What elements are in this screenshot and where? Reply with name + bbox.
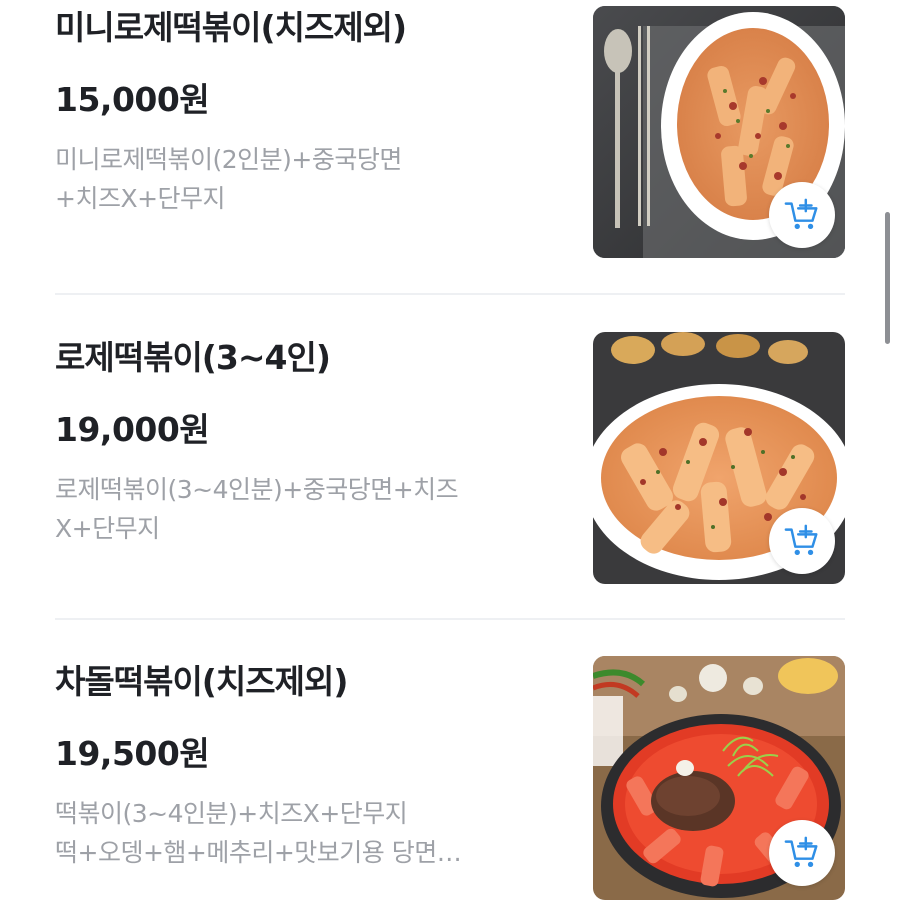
- menu-item-image[interactable]: [593, 6, 845, 258]
- menu-item-description-line: 떡+오뎅+햄+메추리+맛보기용 당면…: [55, 838, 462, 867]
- menu-item-image[interactable]: [593, 332, 845, 584]
- menu-item-price: 19,000원: [55, 410, 210, 449]
- add-to-cart-icon: [784, 836, 818, 868]
- menu-item[interactable]: 차돌떡볶이(치즈제외) 19,500원 떡볶이(3~4인분)+치즈X+단무지 떡…: [55, 656, 845, 900]
- add-to-cart-icon: [784, 524, 818, 556]
- menu-item-description-line: 로제떡볶이(3~4인분)+중국당면+치즈: [55, 475, 459, 504]
- menu-item-name: 로제떡볶이(3~4인): [55, 338, 331, 377]
- menu-item-description-line: 떡볶이(3~4인분)+치즈X+단무지: [55, 799, 408, 828]
- add-to-cart-button[interactable]: [769, 508, 835, 574]
- menu-item-description: 떡볶이(3~4인분)+치즈X+단무지 떡+오뎅+햄+메추리+맛보기용 당면…: [55, 794, 535, 872]
- menu-item-description: 미니로제떡볶이(2인분)+중국당면 +치즈X+단무지: [55, 140, 535, 218]
- scrollbar-thumb[interactable]: [885, 212, 890, 344]
- menu-item-name: 미니로제떡볶이(치즈제외): [55, 8, 407, 47]
- menu-item[interactable]: 로제떡볶이(3~4인) 19,000원 로제떡볶이(3~4인분)+중국당면+치즈…: [55, 332, 845, 593]
- menu-item-price: 19,500원: [55, 734, 210, 773]
- add-to-cart-button[interactable]: [769, 182, 835, 248]
- divider: [55, 293, 845, 295]
- menu-item-name: 차돌떡볶이(치즈제외): [55, 662, 348, 701]
- menu-item-description-line: 미니로제떡볶이(2인분)+중국당면: [55, 145, 402, 174]
- menu-item-price: 15,000원: [55, 80, 210, 119]
- menu-item-description: 로제떡볶이(3~4인분)+중국당면+치즈 X+단무지: [55, 470, 535, 548]
- menu-item-description-line: +치즈X+단무지: [55, 184, 226, 213]
- add-to-cart-icon: [784, 198, 818, 230]
- menu-item-image[interactable]: [593, 656, 845, 900]
- add-to-cart-button[interactable]: [769, 820, 835, 886]
- divider: [55, 618, 845, 620]
- menu-list: 미니로제떡볶이(치즈제외) 15,000원 미니로제떡볶이(2인분)+중국당면 …: [0, 0, 900, 900]
- menu-item[interactable]: 미니로제떡볶이(치즈제외) 15,000원 미니로제떡볶이(2인분)+중국당면 …: [55, 6, 845, 263]
- menu-item-description-line: X+단무지: [55, 514, 160, 543]
